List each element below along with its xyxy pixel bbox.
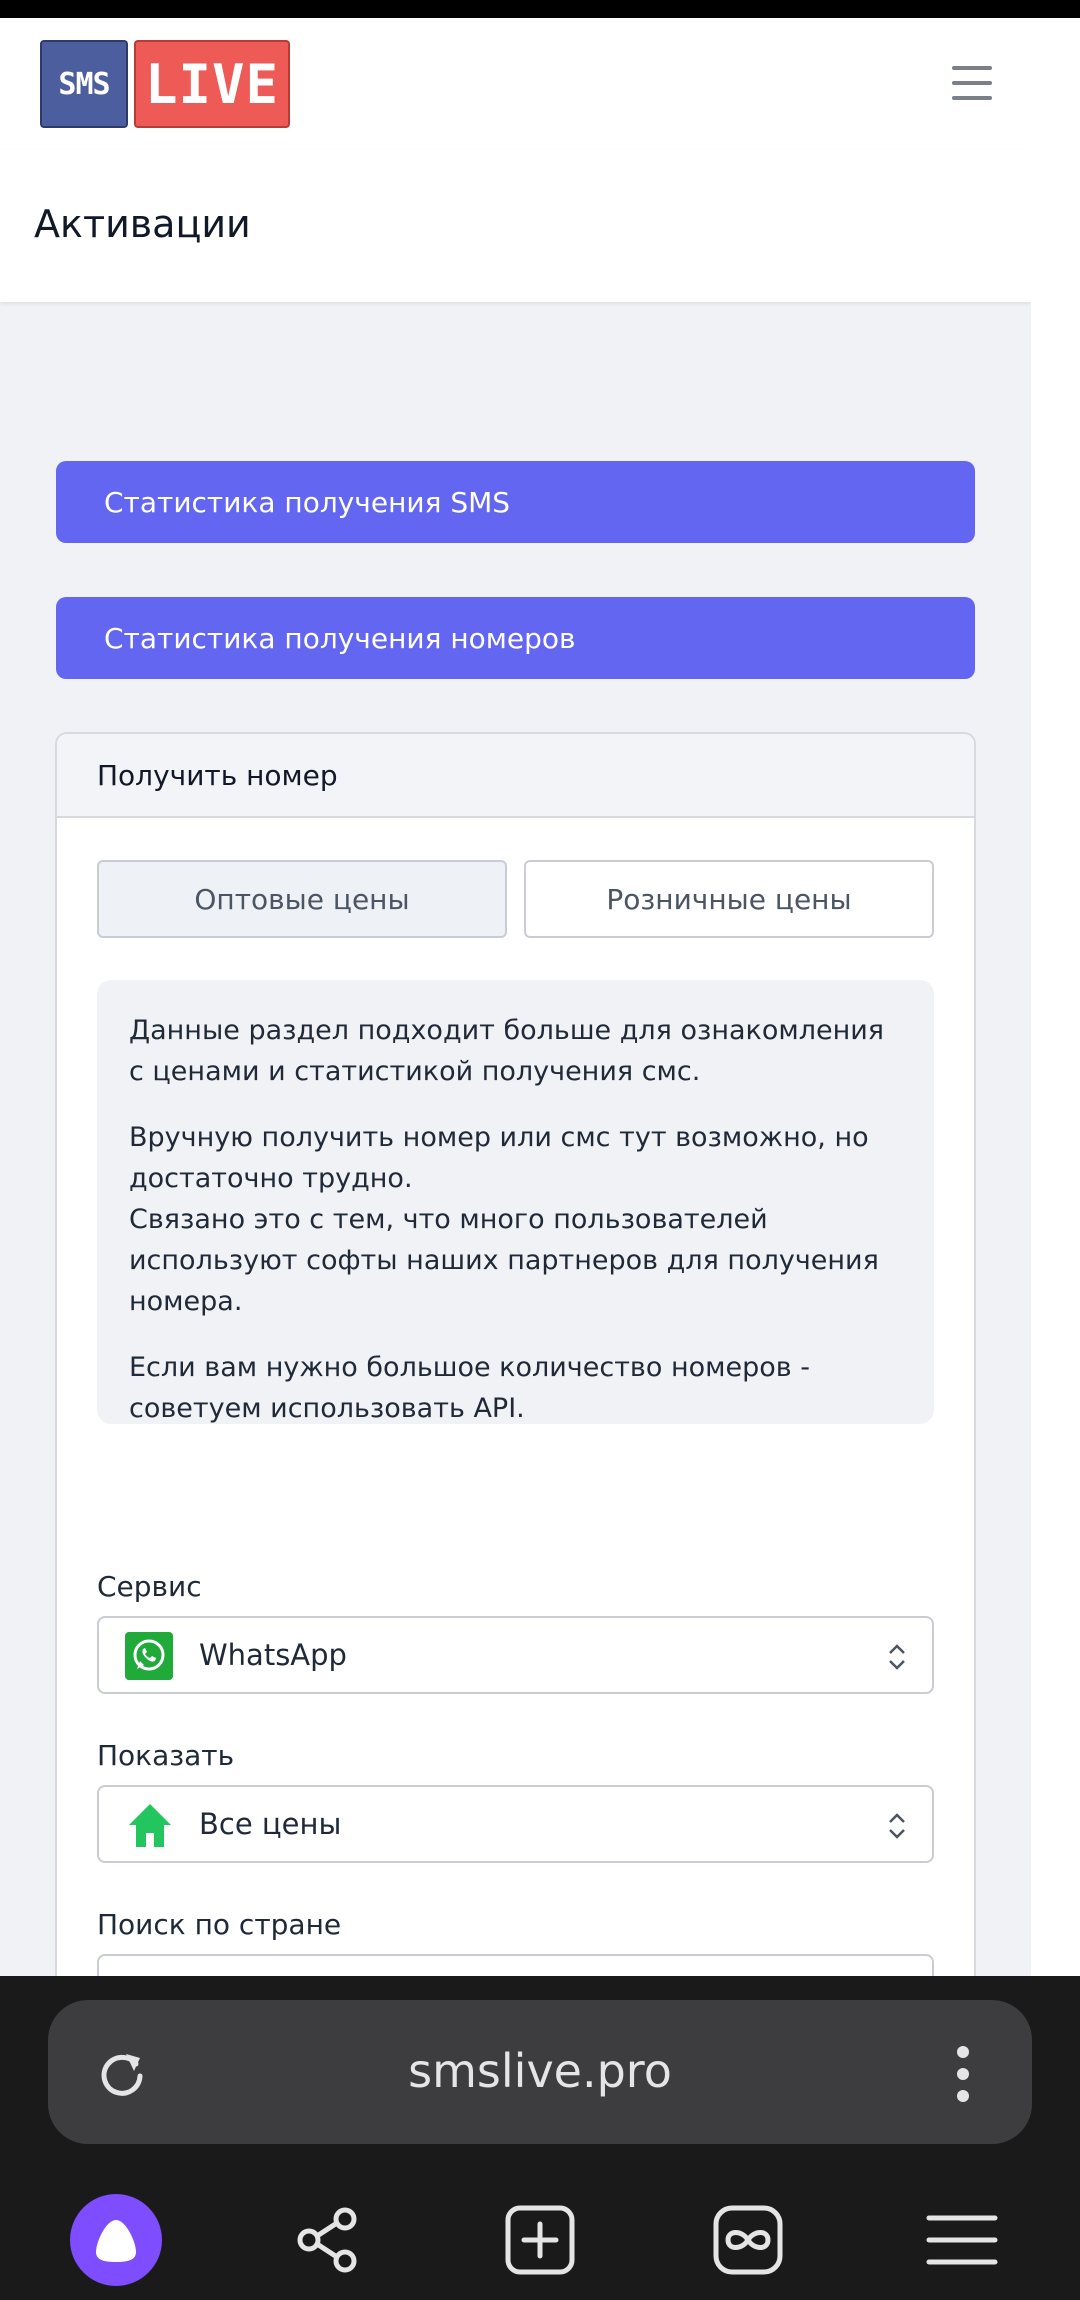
status-bar xyxy=(0,0,1080,18)
show-value: Все цены xyxy=(199,1807,342,1841)
country-search-input[interactable] xyxy=(97,1954,934,1976)
number-stats-button[interactable]: Статистика получения номеров xyxy=(56,597,975,679)
browser-toolbar: smslive.pro xyxy=(0,1976,1080,2300)
hamburger-icon[interactable] xyxy=(952,66,992,100)
sms-stats-button[interactable]: Статистика получения SMS xyxy=(56,461,975,543)
search-label: Поиск по стране xyxy=(97,1908,342,1941)
menu-icon[interactable] xyxy=(914,2192,1010,2288)
new-tab-icon[interactable] xyxy=(492,2192,588,2288)
logo-live: LIVE xyxy=(134,40,290,128)
top-navbar: SMS LIVE xyxy=(0,18,1031,150)
home-icon xyxy=(129,1804,171,1847)
info-paragraph: Если вам нужно большое количество номеро… xyxy=(129,1352,810,1424)
page-content[interactable]: SMS LIVE Активации Статистика получения … xyxy=(0,18,1031,1976)
address-bar[interactable]: smslive.pro xyxy=(48,2000,1032,2144)
logo-sms: SMS xyxy=(40,40,128,128)
page-header: Активации xyxy=(0,150,1031,302)
card-title: Получить номер xyxy=(57,734,974,818)
show-select[interactable]: Все цены xyxy=(97,1785,934,1863)
show-label: Показать xyxy=(97,1739,235,1772)
service-select[interactable]: WhatsApp xyxy=(97,1616,934,1694)
info-line: Связано это с тем, что много пользовател… xyxy=(129,1204,879,1317)
service-label: Сервис xyxy=(97,1570,202,1603)
info-box: Данные раздел подходит больше для ознако… xyxy=(97,980,934,1424)
service-value: WhatsApp xyxy=(199,1638,347,1672)
page-gutter xyxy=(1031,18,1080,1976)
info-paragraph: Данные раздел подходит больше для ознако… xyxy=(129,1015,885,1087)
share-icon[interactable] xyxy=(280,2192,376,2288)
more-icon[interactable] xyxy=(956,2046,970,2102)
get-number-card: Получить номер Оптовые цены Розничные це… xyxy=(55,732,976,1976)
whatsapp-icon xyxy=(125,1632,173,1680)
info-line: Вручную получить номер или смс тут возмо… xyxy=(129,1122,869,1194)
price-tabs: Оптовые цены Розничные цены xyxy=(97,860,934,938)
tabs-icon[interactable] xyxy=(700,2192,796,2288)
info-paragraph: Вручную получить номер или смс тут возмо… xyxy=(129,1117,902,1322)
select-arrows-icon xyxy=(889,1644,905,1670)
site-logo[interactable]: SMS LIVE xyxy=(40,40,290,128)
alice-icon[interactable] xyxy=(70,2194,162,2286)
tab-wholesale[interactable]: Оптовые цены xyxy=(97,860,507,938)
browser-nav xyxy=(0,2192,1080,2292)
url-text[interactable]: smslive.pro xyxy=(48,2044,1032,2098)
page-title: Активации xyxy=(34,202,251,246)
tab-retail[interactable]: Розничные цены xyxy=(524,860,934,938)
select-arrows-icon xyxy=(889,1813,905,1839)
